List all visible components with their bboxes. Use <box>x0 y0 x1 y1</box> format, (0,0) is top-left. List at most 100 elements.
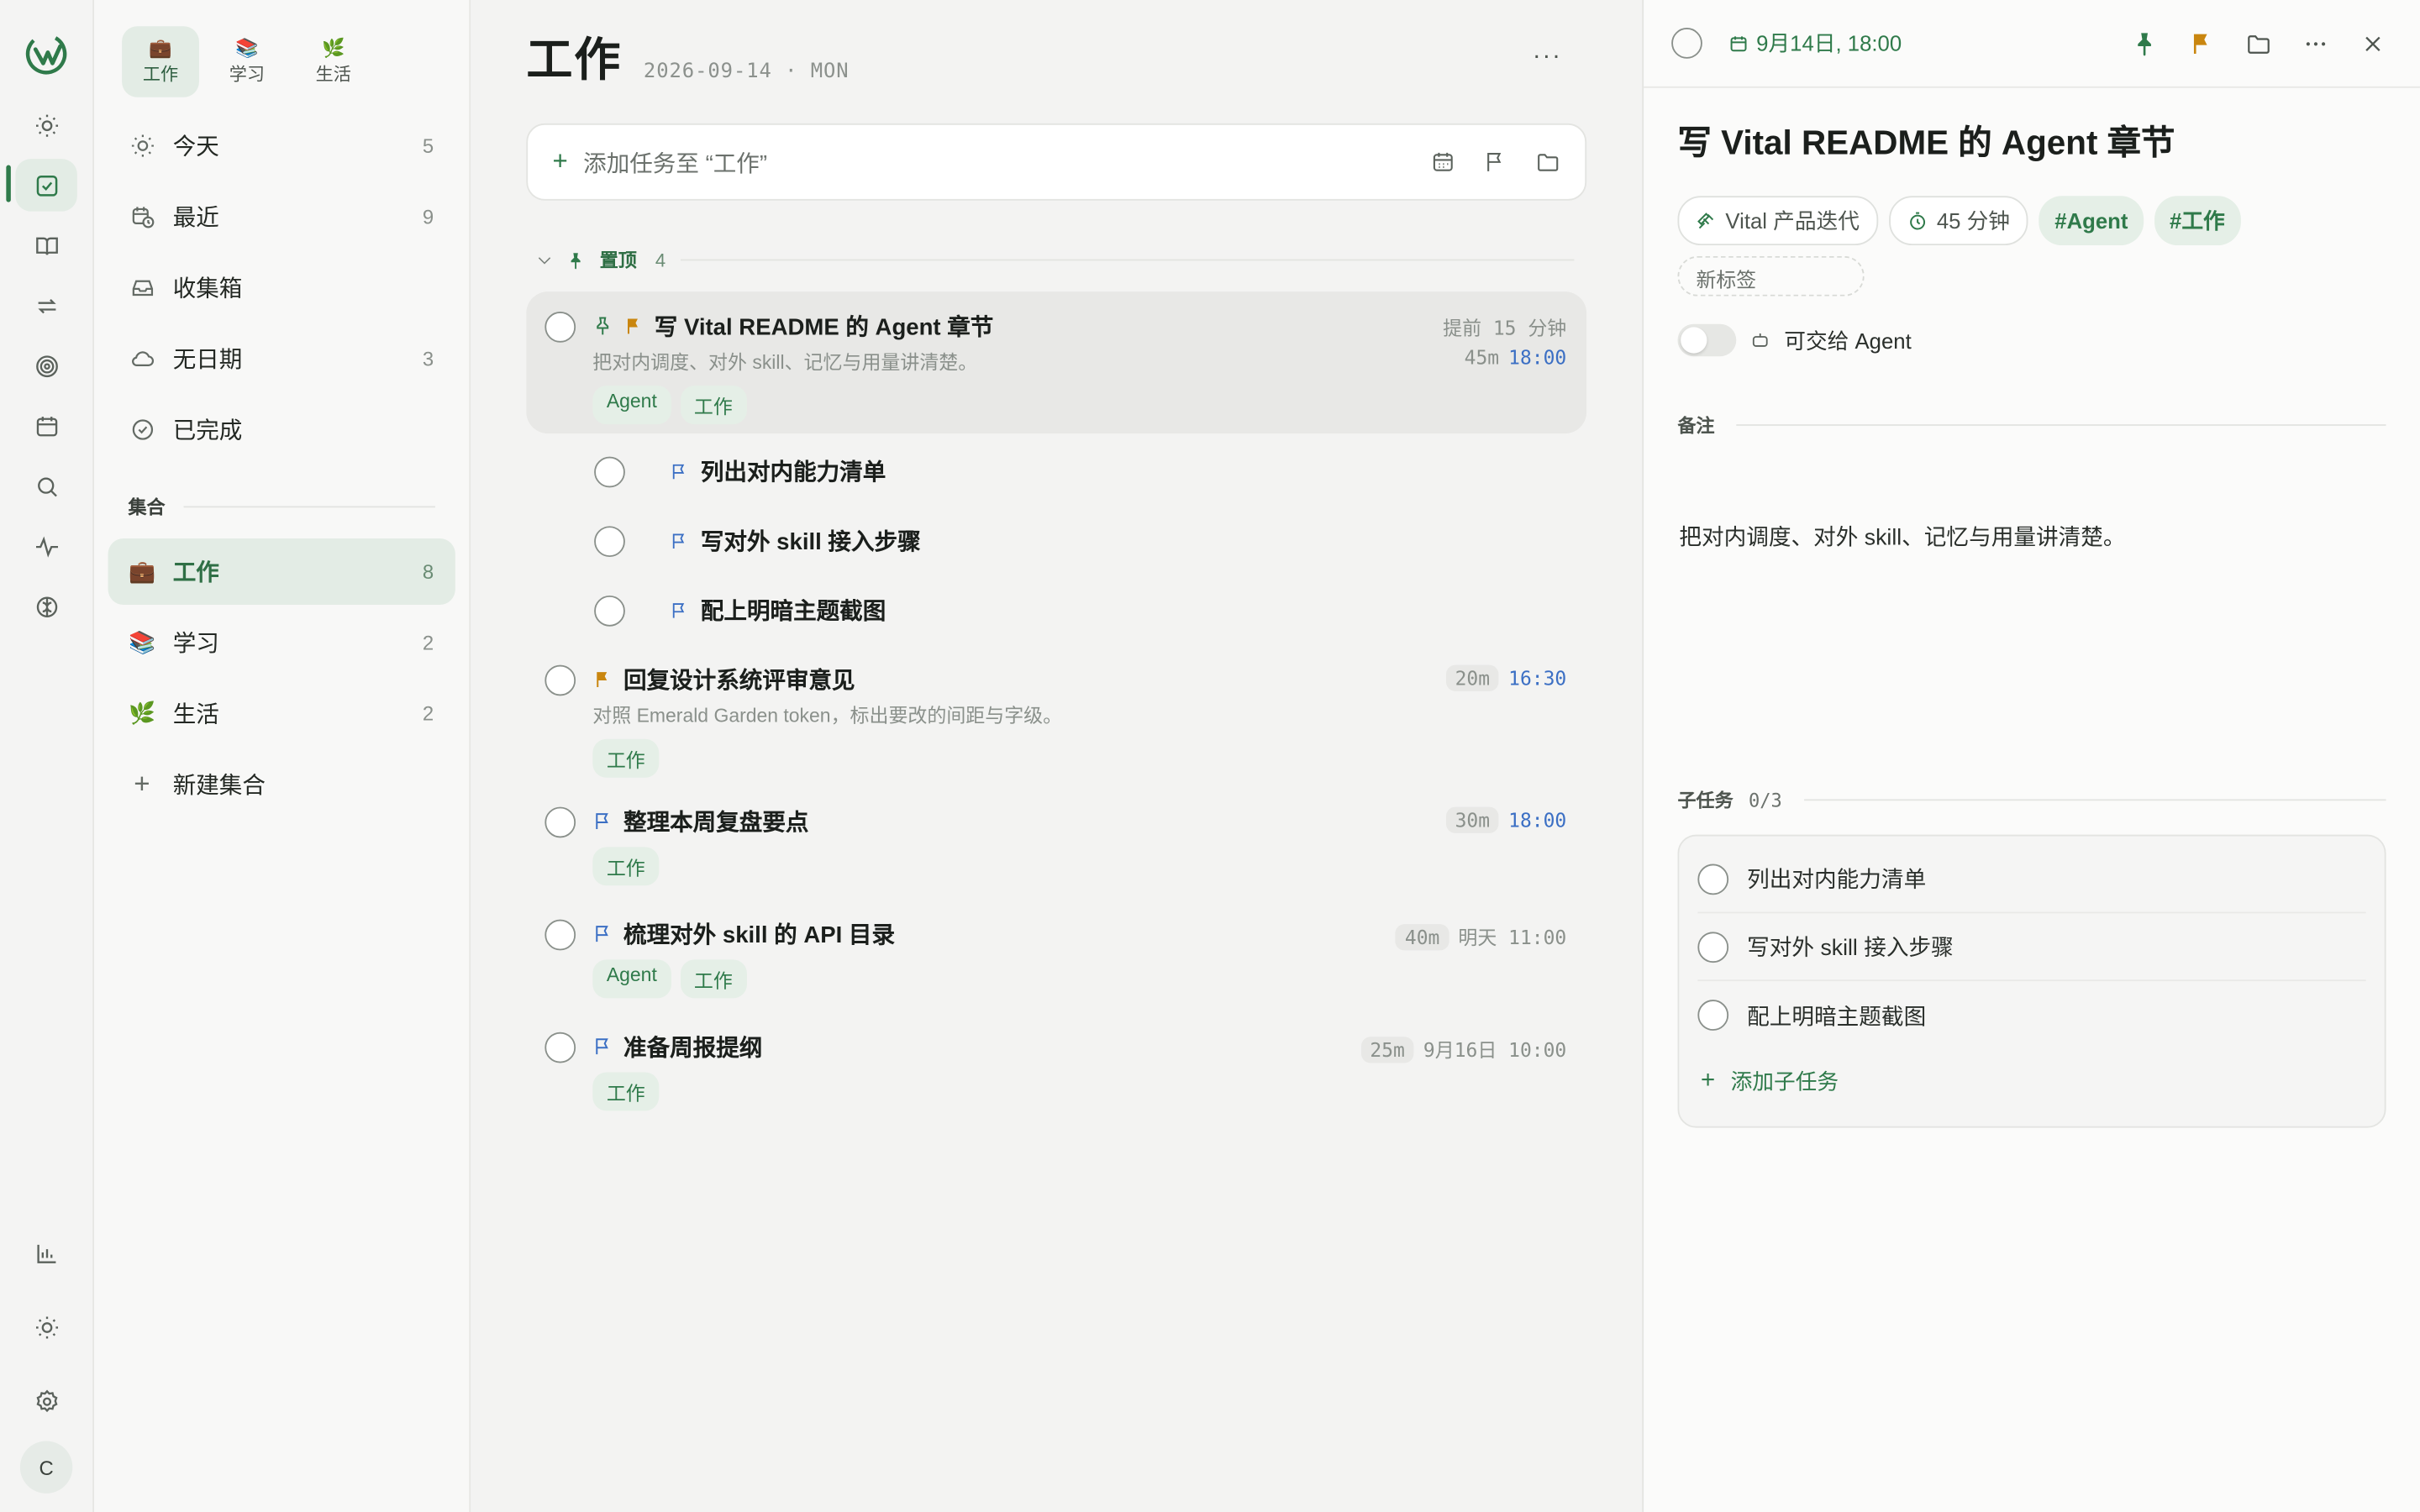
calendar-icon <box>1730 35 1747 51</box>
task-title: 写 Vital README 的 Agent 章节 <box>654 313 994 340</box>
smart-lists: 今天 5 最近 9 收集箱 无日期 3 已完成 <box>108 113 455 463</box>
flag-icon <box>596 1037 608 1054</box>
more-icon[interactable] <box>2302 30 2328 56</box>
group-count: 4 <box>655 249 666 271</box>
tag-chip[interactable]: #Agent <box>2039 196 2144 246</box>
switcher-work[interactable]: 💼 工作 <box>122 26 199 97</box>
repeat-icon[interactable] <box>15 279 76 331</box>
subtask-row[interactable]: 写对外 skill 接入步骤 <box>1697 913 2366 982</box>
gear-icon[interactable] <box>15 1374 76 1426</box>
detail-title[interactable]: 写 Vital README 的 Agent 章节 <box>1677 116 2386 165</box>
task-checkbox[interactable] <box>544 806 576 838</box>
pin-icon[interactable] <box>2131 30 2157 56</box>
sidebar-item-inbox[interactable]: 收集箱 <box>108 255 455 321</box>
task-checkbox[interactable] <box>544 919 576 951</box>
calendar-icon[interactable] <box>1431 150 1455 174</box>
calendar-icon[interactable] <box>15 400 76 452</box>
inbox-icon <box>128 274 155 302</box>
divider <box>183 506 435 508</box>
tag-badge[interactable]: Agent <box>592 959 671 999</box>
more-menu-button[interactable]: ··· <box>1533 43 1562 71</box>
pulse-icon[interactable] <box>15 520 76 572</box>
chevron-down-icon[interactable]: ⌵ <box>539 251 550 268</box>
task-time: 18:00 <box>1508 808 1567 832</box>
sidebar-item-recent[interactable]: 最近 9 <box>108 184 455 250</box>
tag-badge[interactable]: 工作 <box>592 847 660 886</box>
flag-icon[interactable] <box>1483 150 1507 174</box>
task-row[interactable]: 写 Vital README 的 Agent 章节 把对内调度、对外 skill… <box>526 291 1587 434</box>
chart-icon[interactable] <box>15 1226 76 1278</box>
add-subtask-button[interactable]: + 添加子任务 <box>1697 1049 2365 1114</box>
sidebar-item-today[interactable]: 今天 5 <box>108 113 455 179</box>
due-date-button[interactable]: 9月14日, 18:00 <box>1728 28 1902 59</box>
tag-chip[interactable]: #工作 <box>2154 196 2241 246</box>
pinned-group-header[interactable]: ⌵ 置顶 4 <box>539 247 1575 273</box>
subtask-checkbox[interactable] <box>594 455 625 487</box>
subtask-checkbox[interactable] <box>1697 931 1729 963</box>
tag-badge[interactable]: 工作 <box>680 959 747 999</box>
checkbox-icon[interactable] <box>15 159 77 212</box>
subtask-checkbox[interactable] <box>1697 1000 1729 1031</box>
search-icon[interactable] <box>15 459 76 512</box>
task-checkbox[interactable] <box>544 664 576 696</box>
detail-checkbox[interactable] <box>1671 28 1702 59</box>
notes-text[interactable]: 把对内调度、对外 skill、记忆与用量讲清楚。 <box>1679 520 2384 553</box>
task-checkbox[interactable] <box>544 312 576 343</box>
subtask-row[interactable]: 写对外 skill 接入步骤 <box>526 506 1586 575</box>
subtask-row[interactable]: 配上明暗主题截图 <box>1697 981 2365 1049</box>
divider <box>1736 424 2386 426</box>
duration-chip[interactable]: 45 分钟 <box>1888 196 2029 246</box>
section-label: 集合 <box>128 496 166 519</box>
app-logo[interactable] <box>24 31 70 77</box>
book-icon[interactable] <box>15 219 76 271</box>
task-title: 整理本周复盘要点 <box>623 809 809 836</box>
task-row[interactable]: 梳理对外 skill 的 API 目录 Agent 工作 40m 明天 11:00 <box>526 900 1586 1012</box>
subtask-checkbox[interactable] <box>1697 863 1729 895</box>
new-collection-button[interactable]: + 新建集合 <box>108 751 455 817</box>
briefcase-icon: 💼 <box>149 37 172 59</box>
add-task-bar[interactable]: + 添加任务至 “工作” <box>526 123 1587 201</box>
close-icon[interactable] <box>2360 30 2386 56</box>
sidebar-item-study[interactable]: 📚 学习 2 <box>108 609 455 675</box>
flag-icon[interactable] <box>2188 30 2214 56</box>
folder-icon[interactable] <box>2245 30 2271 56</box>
sidebar-item-label: 学习 <box>172 631 219 658</box>
timer-icon <box>1909 211 1925 229</box>
project-chip[interactable]: Vital 产品迭代 <box>1677 196 1879 246</box>
switcher-life[interactable]: 🌿 生活 <box>295 26 372 97</box>
subtask-checkbox[interactable] <box>594 595 625 626</box>
task-checkbox[interactable] <box>544 1032 576 1063</box>
subtask-title: 列出对内能力清单 <box>1747 869 1927 894</box>
tag-badge[interactable]: 工作 <box>680 386 747 425</box>
subtask-row[interactable]: 列出对内能力清单 <box>526 437 1586 507</box>
task-row[interactable]: 整理本周复盘要点 工作 30m 18:00 <box>526 787 1586 900</box>
plus-icon: + <box>552 146 568 176</box>
tag-badge[interactable]: 工作 <box>592 1072 660 1111</box>
sidebar-item-life[interactable]: 🌿 生活 2 <box>108 680 455 747</box>
add-task-input[interactable]: 添加任务至 “工作” <box>583 146 1430 179</box>
agent-toggle[interactable] <box>1677 323 1737 357</box>
task-row[interactable]: 准备周报提纲 工作 25m 9月16日 10:00 <box>526 1012 1586 1125</box>
sidebar-item-completed[interactable]: 已完成 <box>108 396 455 463</box>
theme-sun-icon[interactable] <box>15 1300 76 1352</box>
sun-icon[interactable] <box>15 99 76 151</box>
sidebar-item-no-date[interactable]: 无日期 3 <box>108 326 455 392</box>
subtask-checkbox[interactable] <box>594 525 625 557</box>
subtask-row[interactable]: 配上明暗主题截图 <box>526 575 1586 645</box>
briefcase-icon: 💼 <box>128 558 155 584</box>
switcher-study[interactable]: 📚 学习 <box>208 26 286 97</box>
books-icon: 📚 <box>235 37 259 59</box>
tag-badge[interactable]: Agent <box>592 386 671 425</box>
task-row[interactable]: 回复设计系统评审意见 对照 Emerald Garden token，标出要改的… <box>526 645 1586 787</box>
calendar-clock-icon <box>128 203 155 231</box>
folder-icon[interactable] <box>1536 150 1560 174</box>
sidebar-item-work[interactable]: 💼 工作 8 <box>108 538 455 605</box>
target-icon[interactable] <box>15 339 76 391</box>
avatar[interactable]: C <box>19 1441 73 1494</box>
brain-icon[interactable] <box>15 580 76 633</box>
tag-badge[interactable]: 工作 <box>592 738 660 778</box>
task-tags: 工作 <box>592 1072 1568 1111</box>
new-tag-input[interactable]: 新标签 <box>1677 255 1865 297</box>
subtask-row[interactable]: 列出对内能力清单 <box>1697 846 2366 914</box>
sidebar-item-label: 生活 <box>172 701 219 728</box>
